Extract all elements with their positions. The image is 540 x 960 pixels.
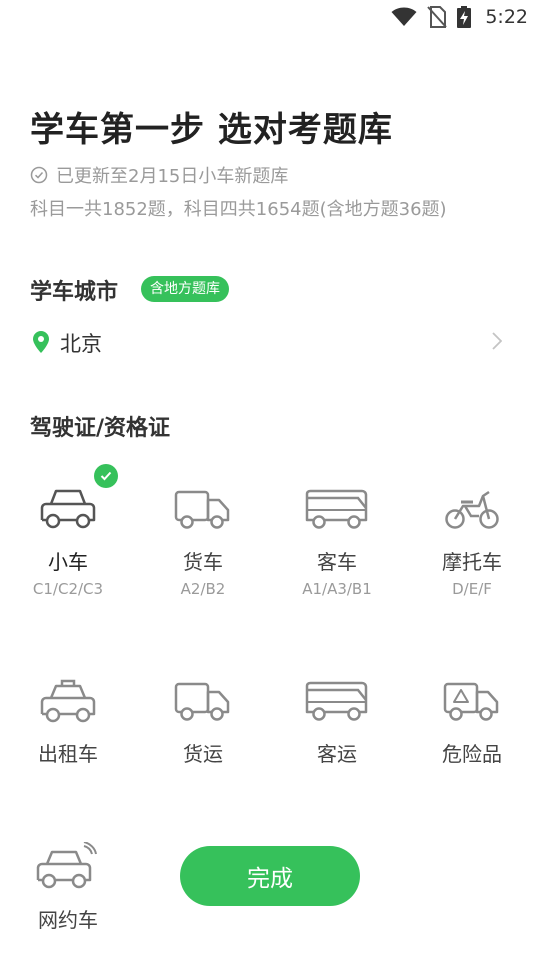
wifi-icon [391, 7, 417, 26]
passenger-bus-icon [305, 681, 368, 721]
license-section-title: 驾驶证/资格证 [30, 416, 171, 441]
vehicle-name: 客运 [317, 742, 357, 766]
battery-charging-icon [457, 6, 472, 28]
hazmat-truck-icon [443, 682, 499, 721]
ride-hailing-car-icon [36, 842, 97, 889]
vehicle-item-ride-hailing[interactable]: 网约车 [10, 838, 126, 932]
location-pin-icon [33, 331, 49, 353]
vehicle-name: 危险品 [442, 742, 502, 766]
vehicle-item-truck[interactable]: 货车 A2/B2 [145, 480, 261, 598]
update-info: 已更新至2月15日小车新题库 [30, 162, 288, 188]
vehicle-codes: C1/C2/C3 [32, 580, 104, 598]
vehicle-name: 小车 [48, 550, 88, 574]
vehicle-name: 货车 [183, 550, 223, 574]
vehicle-codes: D/E/F [452, 580, 492, 598]
bus-icon [305, 489, 368, 529]
vehicle-name: 出租车 [38, 742, 98, 766]
truck-icon [174, 490, 230, 529]
motorcycle-icon [445, 490, 499, 529]
vehicle-item-passenger[interactable]: 客运 [279, 672, 395, 766]
car-icon [40, 489, 96, 529]
done-button[interactable]: 完成 [180, 846, 360, 906]
vehicle-name: 网约车 [38, 908, 98, 932]
update-text: 已更新至2月15日小车新题库 [56, 166, 289, 187]
check-circle-icon [30, 166, 48, 184]
chevron-right-icon [492, 332, 502, 350]
city-section-title: 学车城市 [30, 280, 119, 305]
taxi-icon [40, 679, 96, 723]
vehicle-item-freight[interactable]: 货运 [145, 672, 261, 766]
vehicle-codes: A2/B2 [180, 580, 226, 598]
vehicle-item-hazmat[interactable]: 危险品 [414, 672, 530, 766]
vehicle-codes: A1/A3/B1 [302, 580, 372, 598]
vehicle-name: 货运 [183, 742, 223, 766]
status-icons: 5:22 [391, 6, 528, 28]
vehicle-item-taxi[interactable]: 出租车 [10, 672, 126, 766]
status-time: 5:22 [485, 6, 528, 28]
vehicle-item-bus[interactable]: 客车 A1/A3/B1 [279, 480, 395, 598]
status-bar: 5:22 [0, 0, 540, 36]
vehicle-name: 摩托车 [442, 550, 502, 574]
local-bank-badge: 含地方题库 [141, 276, 229, 302]
question-count: 科目一共1852题，科目四共1654题(含地方题36题) [30, 199, 447, 220]
city-selector[interactable]: 北京 [0, 320, 540, 364]
freight-truck-icon [174, 682, 230, 721]
vehicle-item-motorcycle[interactable]: 摩托车 D/E/F [414, 480, 530, 598]
vehicle-name: 客车 [317, 550, 357, 574]
vehicle-item-car[interactable]: 小车 C1/C2/C3 [10, 464, 126, 598]
selected-check-icon [94, 464, 118, 488]
page-title: 学车第一步 选对考题库 [30, 110, 393, 150]
city-name: 北京 [60, 332, 102, 356]
no-sim-icon [427, 6, 448, 28]
